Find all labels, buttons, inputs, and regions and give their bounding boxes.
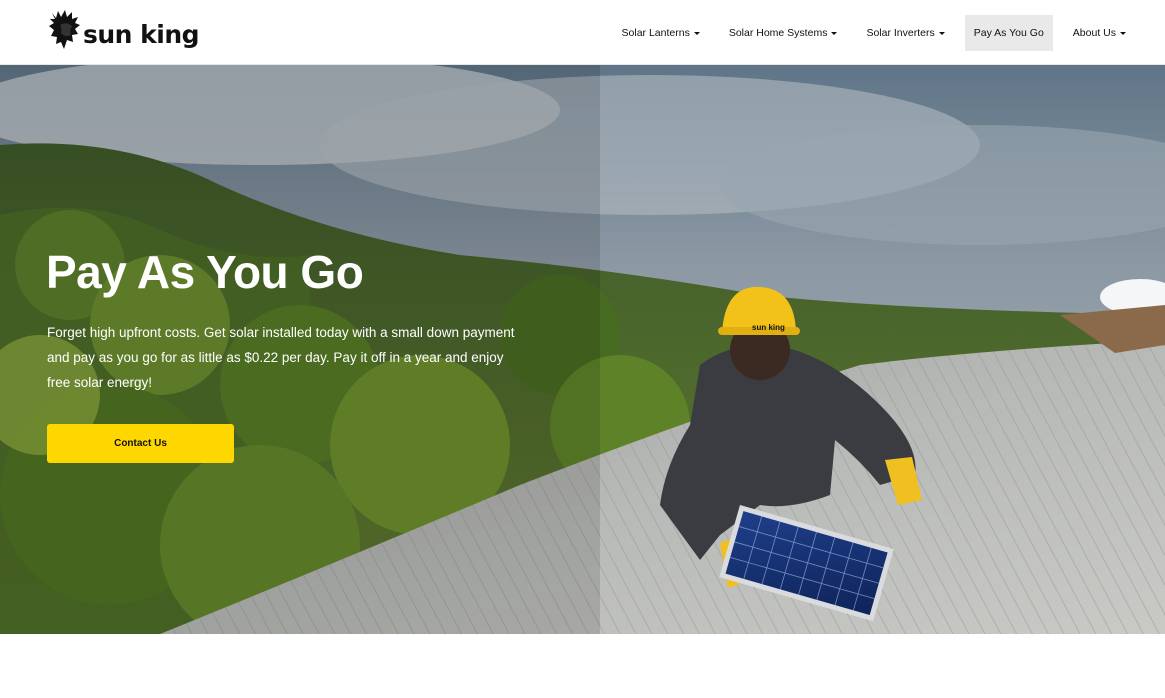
hero-title: Pay As You Go	[46, 246, 364, 298]
caret-down-icon	[938, 31, 945, 35]
hero-banner: sun king Pay As You Go Forget high upfro…	[0, 65, 1165, 634]
nav-item-label: Pay As You Go	[973, 27, 1044, 39]
caret-down-icon	[831, 31, 838, 35]
caret-down-icon	[693, 31, 700, 35]
nav-item-label: Solar Lanterns	[621, 27, 690, 39]
caret-down-icon	[1120, 31, 1126, 35]
nav-item-pay-as-you-go[interactable]: Pay As You Go	[964, 15, 1053, 51]
contact-us-button[interactable]: Contact Us	[47, 424, 234, 463]
brand-logo[interactable]: sun king	[46, 9, 200, 53]
lion-head-icon	[49, 10, 80, 49]
nav-item-label: About Us	[1072, 27, 1116, 39]
nav-item-label: Solar Inverters	[866, 27, 935, 39]
main-navigation: Solar Lanterns Solar Home Systems Solar …	[602, 15, 1135, 51]
site-header: sun king Solar Lanterns Solar Home Syste…	[0, 0, 1165, 65]
nav-item-about-us[interactable]: About Us	[1064, 15, 1135, 51]
nav-item-solar-inverters[interactable]: Solar Inverters	[857, 15, 953, 51]
nav-item-label: Solar Home Systems	[728, 27, 828, 39]
nav-item-solar-lanterns[interactable]: Solar Lanterns	[613, 15, 709, 51]
hero-description: Forget high upfront costs. Get solar ins…	[47, 325, 515, 390]
brand-wordmark: sun king	[83, 19, 200, 49]
nav-item-solar-home-systems[interactable]: Solar Home Systems	[720, 15, 847, 51]
helmet-logo-text: sun king	[752, 323, 785, 332]
